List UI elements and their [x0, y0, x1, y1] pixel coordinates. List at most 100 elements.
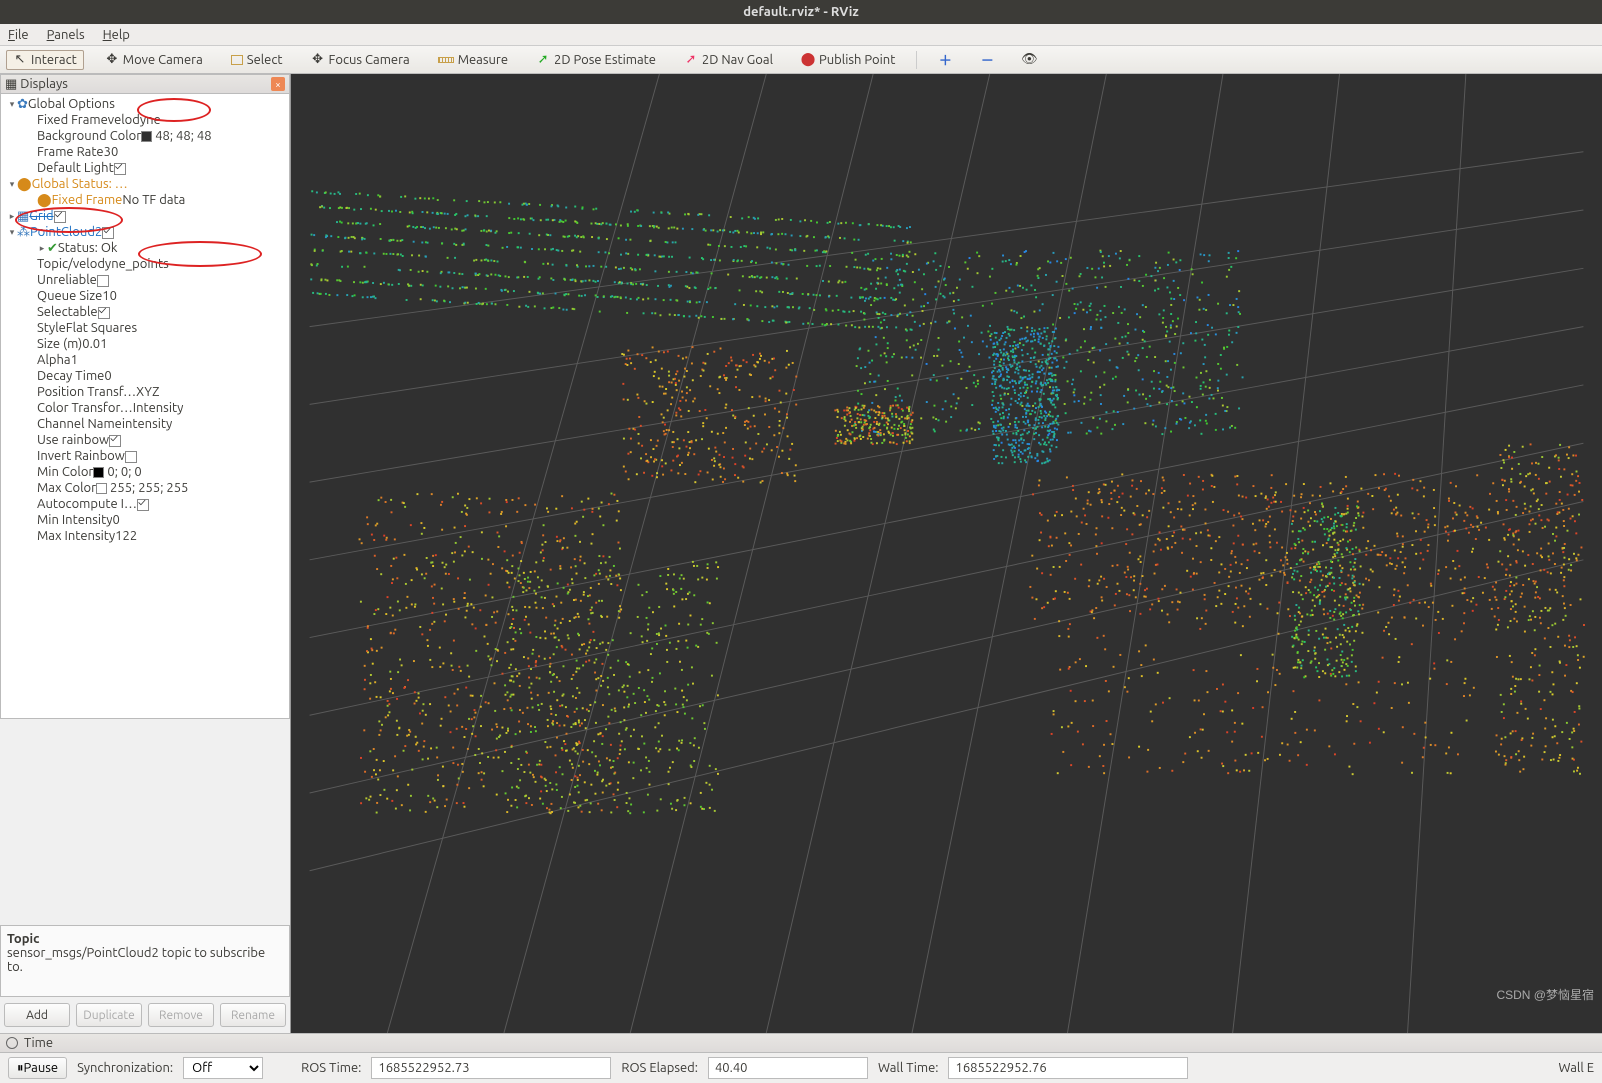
prop-value[interactable]: XYZ [136, 385, 159, 399]
prop-value[interactable] [98, 305, 114, 319]
global-status-node[interactable]: Global Status: … [32, 177, 128, 191]
remove-display-button[interactable]: － [973, 50, 1001, 70]
pc2-prop-row[interactable]: Position Transf…XYZ [1, 384, 289, 400]
pc2-prop-row[interactable]: Selectable [1, 304, 289, 320]
clock-icon [6, 1037, 18, 1049]
pc2-prop-row[interactable]: Max Color255; 255; 255 [1, 480, 289, 496]
framerate-value[interactable]: 30 [104, 145, 119, 159]
pc2-prop-row[interactable]: Color Transfor…Intensity [1, 400, 289, 416]
pc2-prop-row[interactable]: Min Intensity0 [1, 512, 289, 528]
checkbox[interactable] [137, 499, 149, 511]
pc2-prop-row[interactable]: StyleFlat Squares [1, 320, 289, 336]
displays-panel-header[interactable]: ▦ Displays × [0, 74, 290, 94]
prop-value[interactable] [137, 497, 153, 511]
menu-help[interactable]: Help [103, 28, 130, 42]
checkbox[interactable] [98, 307, 110, 319]
caret-icon[interactable]: ▾ [7, 227, 17, 238]
pc2-prop-row[interactable]: Channel Nameintensity [1, 416, 289, 432]
prop-value[interactable]: /velodyne_points [68, 257, 169, 271]
eye-icon: 👁 [1022, 53, 1036, 67]
select-button[interactable]: Select [224, 50, 290, 70]
pc2-prop-row[interactable]: Max Intensity122 [1, 528, 289, 544]
green-arrow-icon: ➚ [536, 53, 550, 67]
bg-color-value[interactable]: 48; 48; 48 [141, 129, 211, 143]
pc2-prop-row[interactable]: Size (m)0.01 [1, 336, 289, 352]
caret-icon[interactable]: ▾ [7, 99, 17, 110]
prop-value[interactable]: 255; 255; 255 [96, 481, 188, 495]
fixed-frame-value[interactable]: velodyne [108, 113, 161, 127]
move-camera-button[interactable]: ✥Move Camera [98, 50, 210, 70]
prop-value[interactable]: 0 [104, 369, 111, 383]
pc2-prop-row[interactable]: Min Color0; 0; 0 [1, 464, 289, 480]
panel-icon: ▦ [5, 77, 17, 91]
checkbox[interactable] [109, 435, 121, 447]
menu-panels[interactable]: Panels [47, 28, 85, 42]
prop-value[interactable]: 0; 0; 0 [93, 465, 141, 479]
prop-value[interactable]: intensity [122, 417, 172, 431]
ros-time-field[interactable]: 1685522952.73 [371, 1057, 611, 1079]
rename-button: Rename [220, 1003, 286, 1027]
pc2-prop-row[interactable]: Invert Rainbow [1, 448, 289, 464]
prop-label: Unreliable [37, 273, 97, 287]
caret-icon[interactable]: ▾ [7, 179, 17, 190]
pose-estimate-button[interactable]: ➚2D Pose Estimate [529, 50, 663, 70]
3d-viewport[interactable]: CSDN @梦恼星宿 [291, 74, 1602, 1033]
default-light-checkbox[interactable] [114, 163, 126, 175]
publish-point-button[interactable]: ⬤Publish Point [794, 50, 902, 70]
close-icon[interactable]: × [271, 77, 285, 91]
framerate-label: Frame Rate [37, 145, 104, 159]
prop-label: Autocompute I… [37, 497, 137, 511]
pin-icon: ⬤ [801, 53, 815, 67]
window-title: default.rviz* - RViz [743, 5, 859, 19]
displays-panel-title: Displays [20, 77, 68, 91]
pc2-prop-row[interactable]: Decay Time0 [1, 368, 289, 384]
pc2-prop-row[interactable]: Alpha1 [1, 352, 289, 368]
prop-value[interactable]: 1 [71, 353, 78, 367]
pc2-prop-row[interactable]: Autocompute I… [1, 496, 289, 512]
prop-value[interactable]: Intensity [133, 401, 184, 415]
pointcloud2-checkbox[interactable] [102, 227, 114, 239]
prop-value[interactable]: 0 [112, 513, 119, 527]
prop-value[interactable] [97, 273, 113, 287]
prop-value[interactable] [125, 449, 141, 463]
caret-icon[interactable]: ▸ [7, 211, 17, 222]
pc2-prop-row[interactable]: Queue Size10 [1, 288, 289, 304]
prop-label: Decay Time [37, 369, 104, 383]
add-button[interactable]: Add [4, 1003, 70, 1027]
pc2-prop-row[interactable]: Topic/velodyne_points [1, 256, 289, 272]
nav-goal-button[interactable]: ➚2D Nav Goal [677, 50, 780, 70]
target-icon: ✥ [311, 53, 325, 67]
time-panel-header[interactable]: Time [0, 1033, 1602, 1053]
displays-tree[interactable]: ▾✿ Global Options Fixed Framevelodyne Ba… [0, 94, 290, 719]
add-display-button[interactable]: ＋ [931, 50, 959, 70]
pc2-prop-row[interactable]: Unreliable [1, 272, 289, 288]
prop-value[interactable]: 122 [115, 529, 137, 543]
checkbox[interactable] [125, 451, 137, 463]
wall-time-field[interactable]: 1685522952.76 [948, 1057, 1188, 1079]
color-swatch-icon [93, 467, 104, 478]
remove-button: Remove [148, 1003, 214, 1027]
global-options-node[interactable]: Global Options [28, 97, 115, 111]
time-panel-title: Time [24, 1036, 53, 1050]
caret-icon[interactable]: ▸ [37, 243, 47, 254]
toggle-vis-button[interactable]: 👁 [1015, 50, 1043, 70]
pause-button[interactable]: ⏸Pause [8, 1057, 67, 1079]
grid-node[interactable]: Grid [29, 209, 53, 223]
focus-camera-button[interactable]: ✥Focus Camera [304, 50, 417, 70]
prop-value[interactable]: 0.01 [82, 337, 107, 351]
sync-select[interactable]: Off [183, 1057, 263, 1079]
prop-value[interactable]: 10 [102, 289, 117, 303]
pc2-prop-row[interactable]: Use rainbow [1, 432, 289, 448]
measure-button[interactable]: Measure [431, 50, 515, 70]
checkbox[interactable] [97, 275, 109, 287]
menu-file[interactable]: File [8, 28, 29, 42]
prop-value[interactable] [109, 433, 125, 447]
grid-checkbox[interactable] [54, 211, 66, 223]
ros-elapsed-field[interactable]: 40.40 [708, 1057, 868, 1079]
interact-button[interactable]: ↖Interact [6, 50, 84, 70]
pointcloud2-node[interactable]: PointCloud2 [30, 225, 102, 239]
duplicate-button: Duplicate [76, 1003, 142, 1027]
window-titlebar: default.rviz* - RViz [0, 0, 1602, 24]
menu-bar: File Panels Help [0, 24, 1602, 46]
prop-value[interactable]: Flat Squares [66, 321, 137, 335]
